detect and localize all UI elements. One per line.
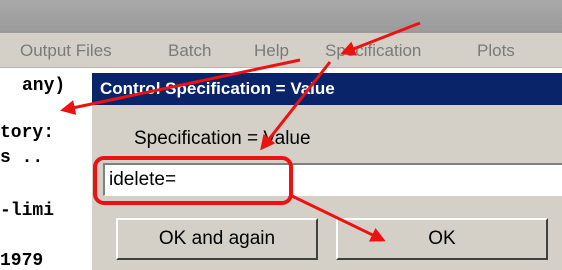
specification-input[interactable] bbox=[103, 163, 562, 196]
menu-batch[interactable]: Batch bbox=[168, 41, 211, 61]
terminal-line: -limi bbox=[0, 201, 55, 221]
menu-help[interactable]: Help bbox=[254, 41, 289, 61]
menu-bar: Output Files Batch Help Specification Pl… bbox=[0, 33, 562, 68]
terminal-line: tory: bbox=[0, 123, 55, 143]
menu-specification[interactable]: Specification bbox=[325, 41, 421, 61]
specification-prompt-label: Specification = Value bbox=[134, 128, 311, 149]
dialog-title: Control Specification = Value bbox=[100, 79, 335, 98]
ok-button[interactable]: OK bbox=[336, 218, 548, 260]
terminal-line: 1979 bbox=[0, 251, 44, 270]
terminal-line: s .. bbox=[0, 148, 44, 168]
dialog-title-bar[interactable]: Control Specification = Value bbox=[92, 73, 562, 105]
terminal-line: any) bbox=[22, 76, 66, 96]
window-title-bar bbox=[0, 0, 562, 33]
menu-plots[interactable]: Plots bbox=[477, 41, 515, 61]
control-specification-dialog: Control Specification = Value Specificat… bbox=[90, 73, 562, 270]
menu-output-files[interactable]: Output Files bbox=[20, 41, 112, 61]
ok-and-again-button[interactable]: OK and again bbox=[116, 218, 318, 260]
terminal-output: any) tory: s .. -limi 1979 bbox=[0, 68, 90, 270]
